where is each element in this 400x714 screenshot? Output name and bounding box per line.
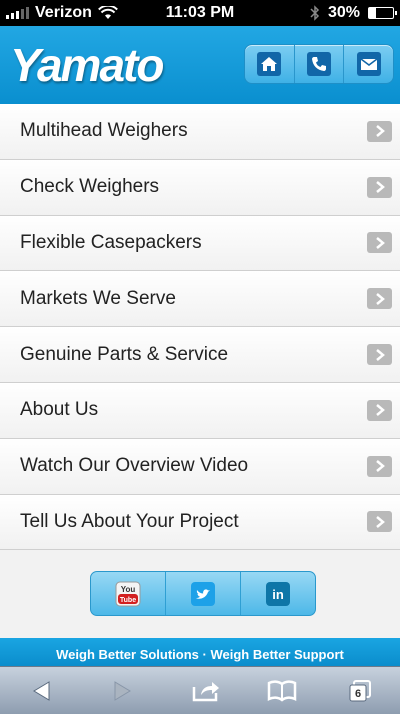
youtube-tube-text: Tube — [120, 597, 136, 604]
mail-icon — [356, 52, 381, 76]
social-button-group: You Tube in — [90, 571, 316, 616]
email-button[interactable] — [344, 45, 393, 83]
chevron-right-icon — [367, 344, 392, 366]
battery-icon — [368, 7, 397, 19]
menu-item-label: Tell Us About Your Project — [20, 510, 239, 532]
tabs-button[interactable]: 6 — [340, 673, 380, 709]
chevron-right-icon — [367, 120, 392, 142]
bookmarks-book-icon — [267, 680, 297, 702]
chevron-right-icon — [367, 455, 392, 477]
youtube-icon: You Tube — [115, 581, 141, 606]
phone-icon — [307, 52, 331, 76]
chevron-right-icon — [367, 176, 392, 198]
twitter-button[interactable] — [166, 572, 241, 615]
twitter-icon — [191, 581, 215, 606]
menu-item-markets-we-serve[interactable]: Markets We Serve — [0, 271, 400, 328]
share-icon — [192, 682, 219, 702]
menu-item-flexible-casepackers[interactable]: Flexible Casepackers — [0, 215, 400, 272]
share-button[interactable] — [186, 673, 226, 709]
status-bar: Verizon 11:03 PM 30% — [0, 0, 400, 26]
menu-item-label: Watch Our Overview Video — [20, 455, 249, 477]
battery-percent: 30% — [327, 4, 360, 21]
back-button[interactable] — [22, 673, 62, 709]
chevron-right-icon — [367, 399, 392, 421]
forward-button[interactable] — [102, 673, 142, 709]
bookmarks-button[interactable] — [262, 673, 302, 709]
main-menu: Multihead Weighers Check Weighers Flexib… — [0, 104, 400, 551]
chevron-right-icon — [367, 511, 392, 533]
menu-item-label: Multihead Weighers — [20, 120, 188, 142]
call-button[interactable] — [295, 45, 345, 83]
linkedin-icon: in — [266, 581, 290, 606]
menu-item-label: Check Weighers — [20, 176, 160, 198]
menu-item-genuine-parts-service[interactable]: Genuine Parts & Service — [0, 327, 400, 383]
browser-toolbar: 6 — [0, 666, 400, 714]
menu-item-label: About Us — [20, 399, 99, 421]
linkedin-text: in — [272, 587, 284, 602]
menu-item-label: Genuine Parts & Service — [20, 343, 229, 365]
youtube-you-text: You — [121, 585, 136, 594]
bluetooth-icon — [310, 5, 320, 21]
youtube-button[interactable]: You Tube — [91, 572, 166, 615]
yamato-logo[interactable]: Yamato — [10, 38, 164, 92]
back-arrow-icon — [33, 681, 50, 701]
menu-item-tell-us-project[interactable]: Tell Us About Your Project — [0, 494, 400, 551]
site-header: Yamato — [0, 26, 400, 104]
tab-count: 6 — [355, 688, 361, 700]
tabs-pages-icon: 6 — [349, 680, 371, 702]
chevron-right-icon — [367, 232, 392, 254]
home-icon — [257, 52, 282, 76]
home-button[interactable] — [245, 45, 295, 83]
menu-item-about-us[interactable]: About Us — [0, 382, 400, 439]
linkedin-button[interactable]: in — [241, 572, 315, 615]
menu-item-multihead-weighers[interactable]: Multihead Weighers — [0, 104, 400, 160]
footer-tagline: Weigh Better Solutions · Weigh Better Su… — [0, 638, 400, 666]
menu-item-label: Markets We Serve — [20, 287, 176, 309]
menu-item-label: Flexible Casepackers — [20, 231, 202, 253]
forward-arrow-icon — [114, 681, 131, 701]
menu-item-overview-video[interactable]: Watch Our Overview Video — [0, 438, 400, 495]
chevron-right-icon — [367, 288, 392, 310]
status-right: 30% — [310, 4, 397, 22]
menu-item-check-weighers[interactable]: Check Weighers — [0, 159, 400, 216]
header-button-group — [244, 44, 394, 84]
